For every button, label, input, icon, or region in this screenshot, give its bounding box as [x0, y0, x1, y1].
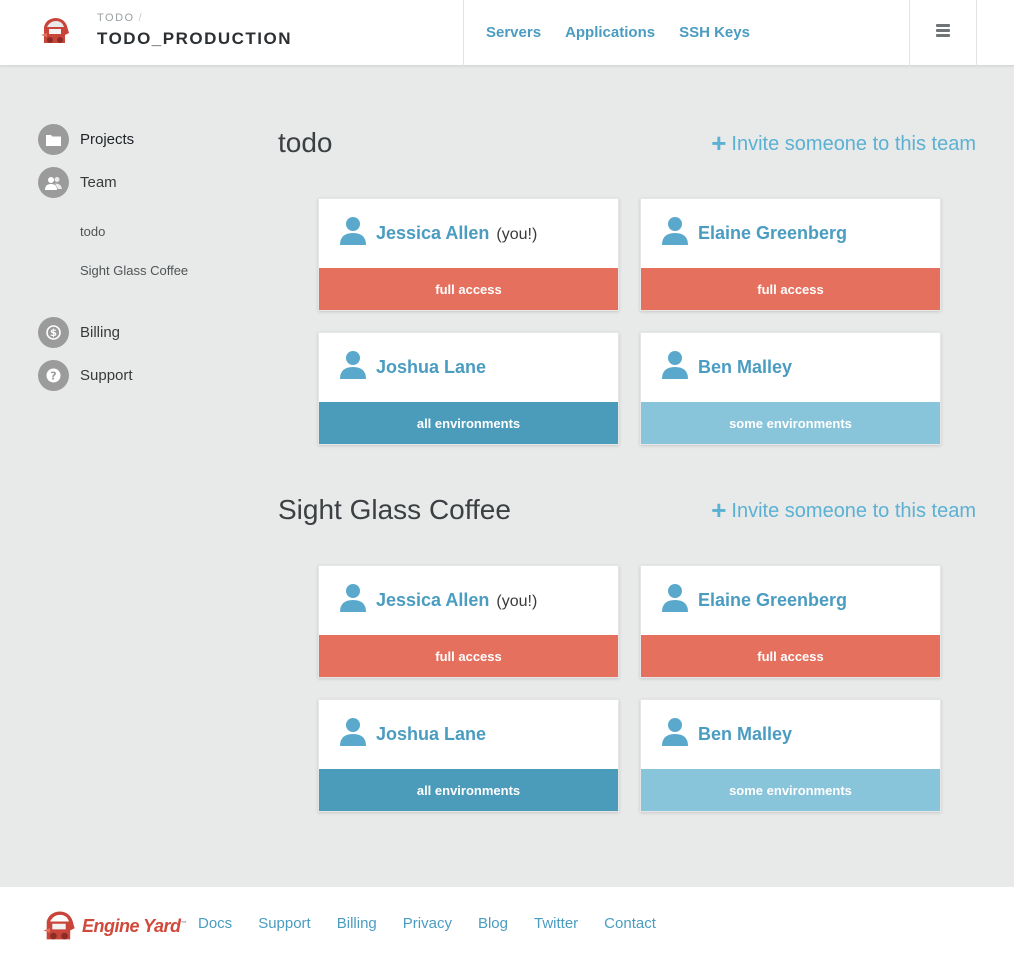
- member-name[interactable]: Jessica Allen (you!): [376, 590, 537, 611]
- role-badge[interactable]: all environments: [319, 769, 618, 811]
- breadcrumb-project[interactable]: TODO: [97, 12, 135, 24]
- member-card[interactable]: Ben Malley some environments: [640, 699, 941, 812]
- you-badge: (you!): [496, 593, 538, 610]
- footer-nav: Docs Support Billing Privacy Blog Twitte…: [198, 915, 656, 932]
- nav-applications-link[interactable]: Applications: [565, 24, 655, 41]
- footer-billing-link[interactable]: Billing: [337, 915, 377, 932]
- nav-ssh-keys-link[interactable]: SSH Keys: [679, 24, 750, 41]
- footer-twitter-link[interactable]: Twitter: [534, 915, 578, 932]
- svg-text:$: $: [50, 328, 57, 339]
- user-icon: [340, 718, 366, 746]
- engine-yard-logo-icon[interactable]: [38, 13, 72, 49]
- member-card[interactable]: Elaine Greenberg full access: [640, 565, 941, 678]
- user-icon: [662, 351, 688, 379]
- sidebar-subitem-todo[interactable]: todo: [80, 224, 105, 239]
- sidebar-item-projects[interactable]: Projects: [38, 124, 134, 155]
- member-name[interactable]: Joshua Lane: [376, 724, 486, 745]
- header-divider: [909, 0, 910, 66]
- sidebar-item-label: Projects: [80, 131, 135, 148]
- footer-contact-link[interactable]: Contact: [604, 915, 656, 932]
- footer-logo[interactable]: Engine Yard™: [40, 905, 186, 947]
- role-badge[interactable]: full access: [641, 268, 940, 310]
- top-nav: Servers Applications SSH Keys: [486, 24, 750, 41]
- page-title: TODO_PRODUCTION: [97, 29, 293, 48]
- nav-servers-link[interactable]: Servers: [486, 24, 541, 41]
- member-name[interactable]: Elaine Greenberg: [698, 590, 847, 611]
- folder-icon: [38, 124, 69, 155]
- member-name[interactable]: Joshua Lane: [376, 357, 486, 378]
- question-icon: ?: [38, 360, 69, 391]
- user-icon: [340, 584, 366, 612]
- sidebar-item-billing[interactable]: $ Billing: [38, 317, 120, 348]
- sidebar-item-label: Team: [80, 174, 117, 191]
- footer-support-link[interactable]: Support: [258, 915, 311, 932]
- sidebar-item-label: Support: [80, 367, 133, 384]
- member-card[interactable]: Elaine Greenberg full access: [640, 198, 941, 311]
- team-icon: [38, 167, 69, 198]
- footer-blog-link[interactable]: Blog: [478, 915, 508, 932]
- dollar-icon: $: [38, 317, 69, 348]
- team-title: todo: [278, 127, 333, 158]
- role-badge[interactable]: full access: [319, 268, 618, 310]
- invite-button[interactable]: + Invite someone to this team: [711, 128, 976, 158]
- invite-label: Invite someone to this team: [731, 499, 976, 522]
- member-name[interactable]: Ben Malley: [698, 724, 792, 745]
- footer: Engine Yard™ Docs Support Billing Privac…: [0, 887, 1014, 963]
- footer-privacy-link[interactable]: Privacy: [403, 915, 452, 932]
- sidebar-subitem-sight-glass-coffee[interactable]: Sight Glass Coffee: [80, 263, 188, 278]
- engine-yard-logo-icon: [43, 911, 75, 940]
- member-card[interactable]: Jessica Allen (you!) full access: [318, 198, 619, 311]
- member-card[interactable]: Ben Malley some environments: [640, 332, 941, 445]
- hamburger-menu-icon[interactable]: [936, 24, 950, 37]
- sidebar-item-team[interactable]: Team: [38, 167, 117, 198]
- member-card[interactable]: Joshua Lane all environments: [318, 332, 619, 445]
- member-name[interactable]: Elaine Greenberg: [698, 223, 847, 244]
- sidebar-item-support[interactable]: ? Support: [38, 360, 133, 391]
- sidebar-item-label: Billing: [80, 324, 121, 341]
- top-header: TODO / TODO_PRODUCTION Servers Applicatio…: [0, 0, 1014, 66]
- svg-text:?: ?: [50, 370, 56, 383]
- user-icon: [662, 584, 688, 612]
- role-badge[interactable]: some environments: [641, 402, 940, 444]
- footer-docs-link[interactable]: Docs: [198, 915, 232, 932]
- role-badge[interactable]: some environments: [641, 769, 940, 811]
- member-card[interactable]: Joshua Lane all environments: [318, 699, 619, 812]
- footer-brand: Engine Yard™: [82, 915, 187, 936]
- user-icon: [340, 351, 366, 379]
- user-icon: [662, 217, 688, 245]
- header-divider: [976, 0, 977, 66]
- role-badge[interactable]: full access: [641, 635, 940, 677]
- user-icon: [340, 217, 366, 245]
- invite-button[interactable]: + Invite someone to this team: [711, 495, 976, 525]
- header-divider: [463, 0, 464, 66]
- plus-icon: +: [711, 495, 727, 525]
- team-title: Sight Glass Coffee: [278, 494, 511, 525]
- role-badge[interactable]: all environments: [319, 402, 618, 444]
- member-name[interactable]: Ben Malley: [698, 357, 792, 378]
- member-card[interactable]: Jessica Allen (you!) full access: [318, 565, 619, 678]
- role-badge[interactable]: full access: [319, 635, 618, 677]
- user-icon: [662, 718, 688, 746]
- breadcrumb[interactable]: TODO /: [97, 12, 143, 24]
- breadcrumb-separator: /: [138, 12, 144, 24]
- member-name[interactable]: Jessica Allen (you!): [376, 223, 537, 244]
- invite-label: Invite someone to this team: [731, 132, 976, 155]
- plus-icon: +: [711, 128, 727, 158]
- you-badge: (you!): [496, 226, 538, 243]
